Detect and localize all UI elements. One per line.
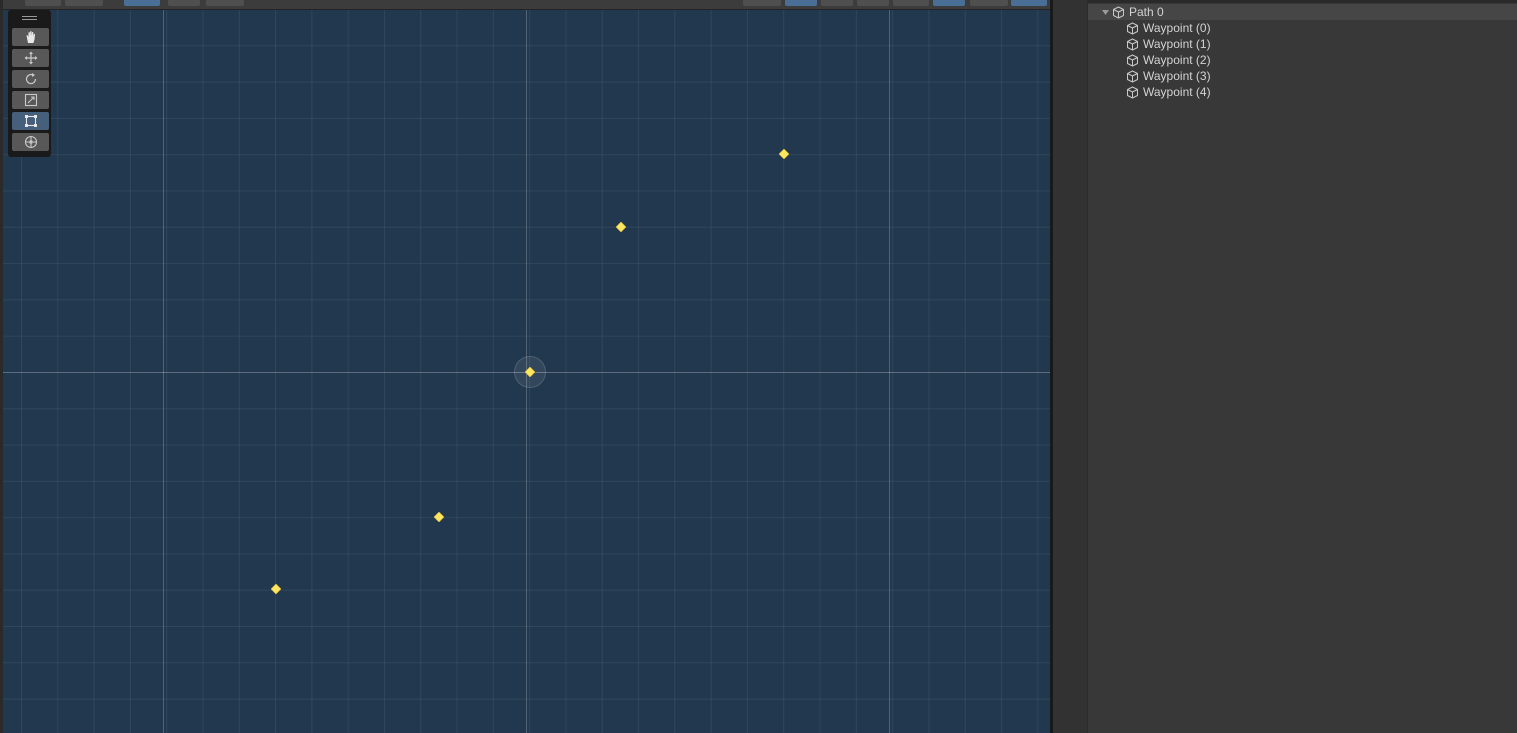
- toolbar-button[interactable]: [25, 0, 61, 6]
- transform-tool-button[interactable]: [12, 133, 49, 151]
- transform-icon: [24, 135, 37, 149]
- hierarchy-item-waypoint-0[interactable]: Waypoint (0): [1088, 20, 1517, 36]
- hierarchy-item-path-0[interactable]: Path 0: [1088, 4, 1517, 20]
- toolbar-button[interactable]: [821, 0, 853, 6]
- hierarchy-header-edge: [1053, 0, 1517, 3]
- toolbar-button[interactable]: [65, 0, 103, 6]
- gameobject-cube-icon: [1113, 6, 1124, 18]
- waypoint-4-gizmo[interactable]: [271, 584, 281, 594]
- toolbar-button[interactable]: [785, 0, 817, 6]
- toolbar-button[interactable]: [743, 0, 781, 6]
- palette-grip[interactable]: [22, 19, 37, 20]
- toolbar-button[interactable]: [168, 0, 200, 6]
- hierarchy-item-label: Waypoint (1): [1143, 37, 1211, 51]
- hierarchy-panel: Path 0 Waypoint (0) Waypoint (1) Waypoin…: [1050, 0, 1517, 733]
- toolbar-button[interactable]: [970, 0, 1008, 6]
- diamond-icon: [616, 222, 626, 232]
- hierarchy-item-waypoint-2[interactable]: Waypoint (2): [1088, 52, 1517, 68]
- rotate-icon: [25, 73, 36, 85]
- hierarchy-item-label: Waypoint (4): [1143, 85, 1211, 99]
- rect-icon: [24, 115, 37, 127]
- hierarchy-item-label: Waypoint (0): [1143, 21, 1211, 35]
- diamond-icon: [779, 149, 789, 159]
- palette-grip[interactable]: [22, 16, 37, 17]
- waypoint-0-gizmo[interactable]: [525, 367, 535, 377]
- gameobject-cube-icon: [1127, 38, 1138, 50]
- hierarchy-item-label: Path 0: [1129, 5, 1164, 19]
- toolbar-button[interactable]: [893, 0, 929, 6]
- diamond-icon: [434, 512, 444, 522]
- toolbar-button[interactable]: [857, 0, 889, 6]
- scene-view[interactable]: [0, 0, 1050, 733]
- hand-tool-button[interactable]: [12, 28, 49, 46]
- gameobject-cube-icon: [1127, 22, 1138, 34]
- gameobject-cube-icon: [1127, 86, 1138, 98]
- hierarchy-item-waypoint-3[interactable]: Waypoint (3): [1088, 68, 1517, 84]
- grid-axis-line: [163, 0, 164, 733]
- hand-icon: [26, 31, 35, 43]
- scale-icon: [24, 93, 37, 107]
- gameobject-cube-icon: [1127, 70, 1138, 82]
- hierarchy-gutter: [1053, 0, 1088, 733]
- tool-palette: [8, 10, 51, 157]
- rect-tool-button[interactable]: [12, 112, 49, 130]
- waypoint-1-gizmo[interactable]: [616, 222, 626, 232]
- rotate-tool-button[interactable]: [12, 70, 49, 88]
- hierarchy-item-label: Waypoint (2): [1143, 53, 1211, 67]
- grid-axis-line: [889, 0, 890, 733]
- move-tool-button[interactable]: [12, 49, 49, 67]
- waypoint-3-gizmo[interactable]: [434, 512, 444, 522]
- hierarchy-item-label: Waypoint (3): [1143, 69, 1211, 83]
- hierarchy-item-waypoint-4[interactable]: Waypoint (4): [1088, 84, 1517, 100]
- diamond-icon: [525, 367, 535, 377]
- waypoint-2-gizmo[interactable]: [779, 149, 789, 159]
- foldout-arrow-icon[interactable]: [1101, 8, 1110, 17]
- toolbar-button[interactable]: [206, 0, 244, 6]
- gizmos-button[interactable]: [1011, 0, 1047, 6]
- move-icon: [24, 51, 37, 65]
- scene-toolbar: [3, 0, 1050, 10]
- scale-tool-button[interactable]: [12, 91, 49, 109]
- toolbar-button[interactable]: [933, 0, 965, 6]
- hierarchy-item-waypoint-1[interactable]: Waypoint (1): [1088, 36, 1517, 52]
- diamond-icon: [271, 584, 281, 594]
- gameobject-cube-icon: [1127, 54, 1138, 66]
- toolbar-button[interactable]: [124, 0, 160, 6]
